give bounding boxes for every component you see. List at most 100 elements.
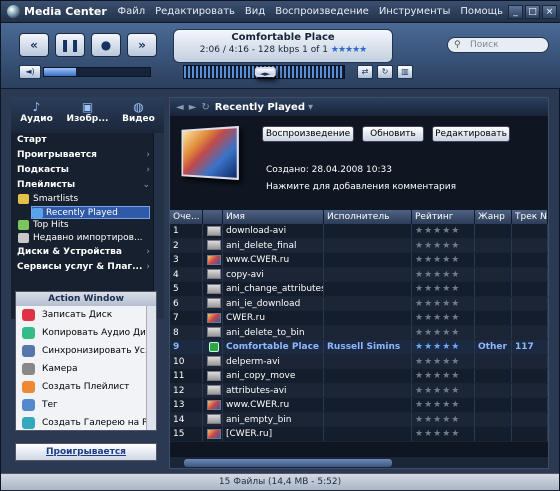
rating-stars[interactable]: ★★★★★ bbox=[415, 328, 460, 338]
minimize-button[interactable]: _ bbox=[508, 4, 523, 19]
nav-playlists[interactable]: Плейлисты ⌄ bbox=[11, 178, 164, 193]
row-rating[interactable]: ★★★★★ bbox=[412, 325, 475, 339]
col-name[interactable]: Имя bbox=[223, 210, 324, 224]
row-rating[interactable]: ★★★★★ bbox=[412, 253, 475, 267]
table-row[interactable]: 9 Comfortable Place Russell Simins ★★★★★ Oth… bbox=[170, 340, 548, 355]
previous-button[interactable]: « bbox=[19, 33, 49, 57]
playlist-recently-imported[interactable]: Недавно импортиров... bbox=[11, 232, 164, 245]
table-row[interactable]: 1 download-avi ★★★★★ bbox=[170, 224, 548, 239]
table-row[interactable]: 12 attributes-avi ★★★★★ bbox=[170, 383, 548, 398]
row-rating[interactable]: ★★★★★ bbox=[412, 296, 475, 310]
action-create-gallery[interactable]: Создать Галерею на Р... bbox=[16, 414, 156, 432]
maximize-button[interactable]: □ bbox=[525, 4, 540, 19]
add-comment-hint[interactable]: Нажмите для добавления комментария bbox=[266, 182, 456, 192]
edit-button[interactable]: Редактировать bbox=[432, 126, 510, 142]
table-row[interactable]: 5 ani_change_attributes ★★★★★ bbox=[170, 282, 548, 297]
rating-stars[interactable]: ★★★★★ bbox=[415, 226, 460, 236]
nav-now-playing[interactable]: Проигрывается › bbox=[11, 148, 164, 163]
col-artist[interactable]: Исполнитель bbox=[324, 210, 412, 224]
col-queue[interactable]: Оче... bbox=[170, 210, 203, 224]
shuffle-icon[interactable]: ⇄ bbox=[357, 65, 373, 79]
chevron-down-icon[interactable]: ▾ bbox=[308, 102, 313, 113]
table-row[interactable]: 7 CWER.ru ★★★★★ bbox=[170, 311, 548, 326]
seek-bar[interactable]: ◄► bbox=[183, 65, 345, 79]
rating-stars[interactable]: ★★★★★ bbox=[415, 371, 460, 381]
action-rip-cd[interactable]: Копировать Аудио Ди... bbox=[16, 324, 156, 342]
rating-stars[interactable]: ★★★★★ bbox=[415, 357, 460, 367]
menu-tools[interactable]: Инструменты bbox=[374, 6, 456, 17]
table-hscrollbar[interactable] bbox=[170, 456, 548, 468]
action-create-playlist[interactable]: Создать Плейлист bbox=[16, 378, 156, 396]
col-track[interactable]: Трек № bbox=[512, 210, 548, 224]
rating-stars[interactable]: ★★★★★ bbox=[415, 386, 460, 396]
refresh-button[interactable]: Обновить bbox=[362, 126, 424, 142]
forward-icon[interactable]: ► bbox=[189, 102, 197, 113]
playlist-smartlists[interactable]: Smartlists bbox=[11, 193, 164, 206]
playlist-top-hits[interactable]: Top Hits bbox=[11, 219, 164, 232]
volume-icon[interactable]: ◄) bbox=[19, 65, 41, 79]
playlist-recently-played[interactable]: Recently Played bbox=[31, 206, 150, 219]
rating-stars[interactable]: ★★★★★ bbox=[415, 342, 460, 352]
menu-playback[interactable]: Воспроизведение bbox=[270, 6, 374, 17]
table-row[interactable]: 3 www.CWER.ru ★★★★★ bbox=[170, 253, 548, 268]
tab-audio[interactable]: ♪ Аудио bbox=[11, 97, 62, 133]
repeat-icon[interactable]: ↻ bbox=[377, 65, 393, 79]
action-camera[interactable]: Камера bbox=[16, 360, 156, 378]
stop-button[interactable]: ● bbox=[91, 33, 121, 57]
nav-podcasts[interactable]: Подкасты › bbox=[11, 163, 164, 178]
table-row[interactable]: 4 copy-avi ★★★★★ bbox=[170, 267, 548, 282]
rating-stars[interactable]: ★★★★★ bbox=[415, 415, 460, 425]
row-rating[interactable]: ★★★★★ bbox=[412, 238, 475, 252]
close-button[interactable]: × bbox=[542, 4, 557, 19]
rating-stars[interactable]: ★★★★★ bbox=[415, 255, 460, 265]
table-row[interactable]: 10 delperm-avi ★★★★★ bbox=[170, 354, 548, 369]
row-rating[interactable]: ★★★★★ bbox=[412, 311, 475, 325]
menu-help[interactable]: Помощь bbox=[455, 6, 508, 17]
col-rating[interactable]: Рейтинг bbox=[412, 210, 475, 224]
table-row[interactable]: 11 ani_copy_move ★★★★★ bbox=[170, 369, 548, 384]
now-playing-link[interactable]: Проигрывается bbox=[15, 443, 157, 461]
col-genre[interactable]: Жанр bbox=[475, 210, 512, 224]
table-row[interactable]: 13 www.CWER.ru ★★★★★ bbox=[170, 398, 548, 413]
row-rating[interactable]: ★★★★★ bbox=[412, 282, 475, 296]
menu-view[interactable]: Вид bbox=[240, 6, 270, 17]
tab-video[interactable]: ◍ Видео bbox=[113, 97, 164, 133]
equalizer-icon[interactable]: ▥ bbox=[397, 65, 413, 79]
table-row[interactable]: 2 ani_delete_final ★★★★★ bbox=[170, 238, 548, 253]
rating-stars[interactable]: ★★★★★ bbox=[415, 270, 460, 280]
rating-stars[interactable]: ★★★★★ bbox=[415, 241, 460, 251]
menu-edit[interactable]: Редактировать bbox=[150, 6, 240, 17]
menu-file[interactable]: Файл bbox=[112, 6, 150, 17]
seek-thumb[interactable]: ◄► bbox=[254, 66, 276, 78]
row-rating[interactable]: ★★★★★ bbox=[412, 354, 475, 368]
nav-drives-devices[interactable]: Диски & Устройства › bbox=[11, 245, 164, 260]
row-rating[interactable]: ★★★★★ bbox=[412, 427, 475, 441]
next-button[interactable]: » bbox=[127, 33, 157, 57]
now-playing-rating[interactable]: ★★★★★ bbox=[331, 45, 367, 55]
action-window-scrollbar[interactable] bbox=[146, 306, 156, 430]
nav-services-plugins[interactable]: Сервисы услуг & Плаг... › bbox=[11, 260, 164, 275]
hscroll-thumb[interactable] bbox=[184, 459, 392, 467]
rating-stars[interactable]: ★★★★★ bbox=[415, 400, 460, 410]
rating-stars[interactable]: ★★★★★ bbox=[415, 429, 460, 439]
rating-stars[interactable]: ★★★★★ bbox=[415, 284, 460, 294]
search-input[interactable]: ⚲ Поиск bbox=[447, 37, 549, 53]
row-rating[interactable]: ★★★★★ bbox=[412, 369, 475, 383]
row-rating[interactable]: ★★★★★ bbox=[412, 340, 475, 354]
action-sync-device[interactable]: Синхронизировать Ус... bbox=[16, 342, 156, 360]
play-button[interactable]: Воспроизведение bbox=[262, 126, 354, 142]
nav-start[interactable]: Старт bbox=[11, 133, 164, 148]
rating-stars[interactable]: ★★★★★ bbox=[415, 299, 460, 309]
refresh-icon[interactable]: ↻ bbox=[201, 102, 209, 113]
row-rating[interactable]: ★★★★★ bbox=[412, 398, 475, 412]
rating-stars[interactable]: ★★★★★ bbox=[415, 313, 460, 323]
playlist-title[interactable]: Recently Played bbox=[215, 102, 305, 113]
row-rating[interactable]: ★★★★★ bbox=[412, 412, 475, 426]
tab-images[interactable]: ▣ Изобр... bbox=[62, 97, 113, 133]
volume-slider[interactable] bbox=[43, 67, 151, 77]
action-burn-disc[interactable]: Записать Диск bbox=[16, 306, 156, 324]
col-icon[interactable] bbox=[203, 210, 223, 224]
table-row[interactable]: 14 ani_empty_bin ★★★★★ bbox=[170, 412, 548, 427]
table-row[interactable]: 15 [CWER.ru] ★★★★★ bbox=[170, 427, 548, 442]
row-rating[interactable]: ★★★★★ bbox=[412, 267, 475, 281]
